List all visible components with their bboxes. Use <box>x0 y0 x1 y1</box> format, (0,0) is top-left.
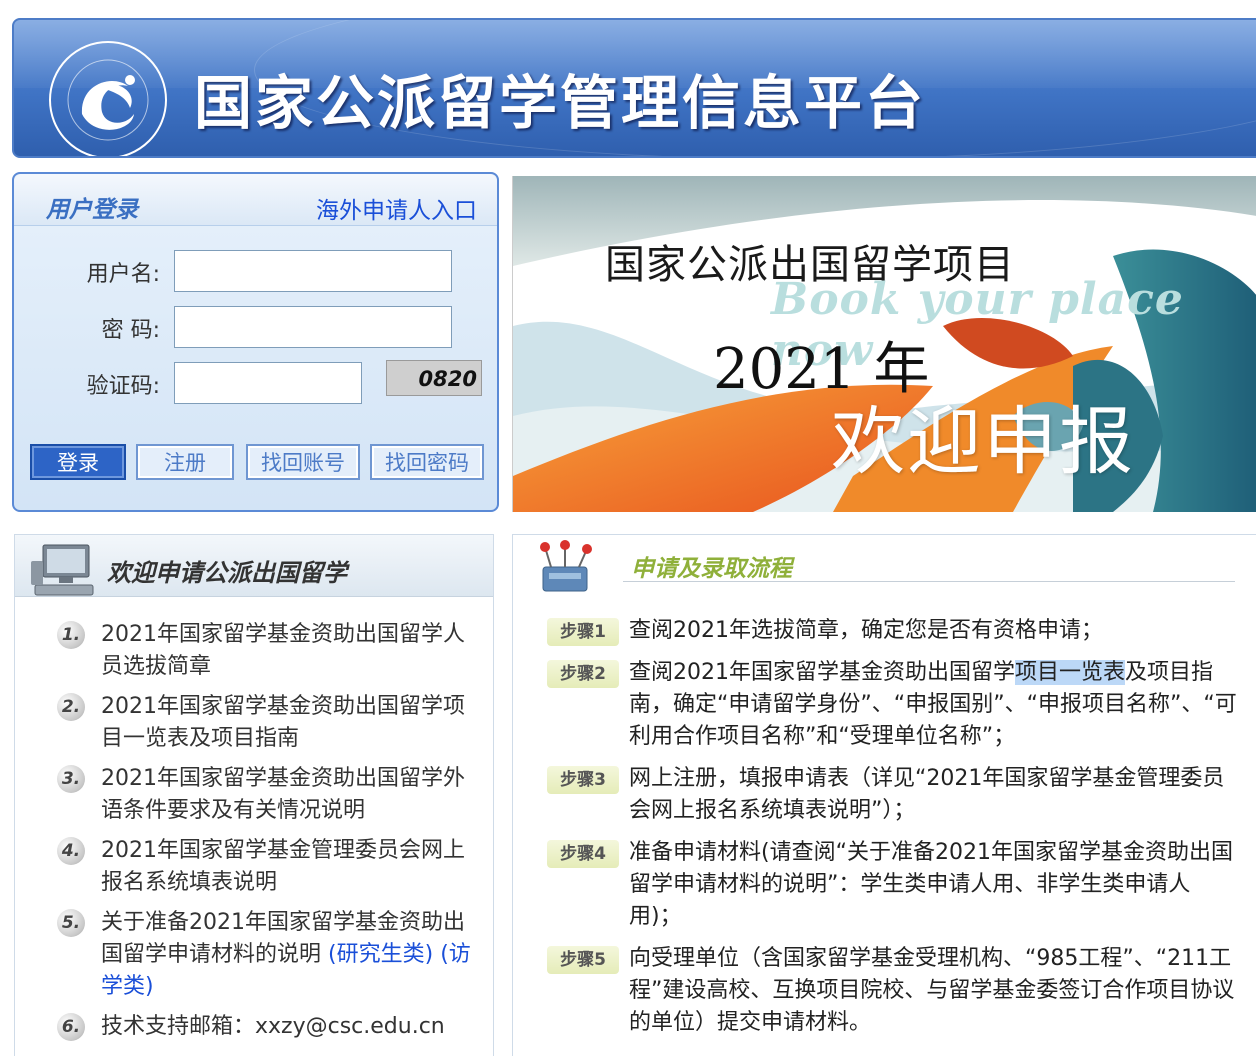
csc-logo-icon <box>49 41 167 156</box>
list-number: 6. <box>57 1013 85 1041</box>
graduate-category-link[interactable]: (研究生类) <box>328 942 433 967</box>
login-panel: 用户登录 海外申请人入口 用户名: 密 码: 验证码: 0820 登录 注册 找… <box>12 172 499 512</box>
login-button[interactable]: 登录 <box>30 444 126 480</box>
selected-text: 项目一览表 <box>1015 660 1126 685</box>
step-text: 网上注册，填报申请表（详见“2021年国家留学基金管理委员会网上报名系统填表说明… <box>629 766 1225 823</box>
captcha-image[interactable]: 0820 <box>386 360 482 396</box>
list-item-text[interactable]: 2021年国家留学基金资助出国留学人员选拔简章 <box>101 619 481 683</box>
find-password-button[interactable]: 找回密码 <box>370 444 484 480</box>
list-number: 3. <box>57 765 85 793</box>
list-number: 2. <box>57 693 85 721</box>
login-title: 用户登录 <box>46 197 138 223</box>
step-badge: 步骤4 <box>547 840 619 868</box>
welcome-panel-header: 欢迎申请公派出国留学 <box>15 535 493 597</box>
step-text: 准备申请材料(请查阅“关于准备2021年国家留学基金资助出国留学申请材料的说明”… <box>629 840 1233 929</box>
step-badge: 步骤2 <box>547 660 619 688</box>
step-badge: 步骤5 <box>547 946 619 974</box>
list-item-text: 关于准备2021年国家留学基金资助出国留学申请材料的说明 (研究生类) (访学类… <box>101 907 481 1003</box>
computer-icon <box>31 544 94 596</box>
step-text-part: 查阅2021年国家留学基金资助出国留学 <box>629 660 1015 685</box>
password-label: 密 码: <box>101 318 160 343</box>
find-account-button[interactable]: 找回账号 <box>246 444 360 480</box>
login-panel-header: 用户登录 海外申请人入口 <box>14 174 497 226</box>
list-number: 5. <box>57 909 85 937</box>
promo-banner[interactable]: 国家公派出国留学项目 Book your place now 2021 年 欢迎… <box>512 176 1256 512</box>
register-button[interactable]: 注册 <box>136 444 234 480</box>
captcha-label: 验证码: <box>86 374 160 399</box>
step-text: 查阅2021年选拔简章，确定您是否有资格申请； <box>629 618 1103 643</box>
overseas-applicant-link[interactable]: 海外申请人入口 <box>316 191 477 225</box>
process-title: 申请及录取流程 <box>631 556 792 582</box>
process-icon <box>540 540 592 592</box>
list-item-text[interactable]: 2021年国家留学基金资助出国留学外语条件要求及有关情况说明 <box>101 763 481 827</box>
process-panel: 申请及录取流程 步骤1 查阅2021年选拔简章，确定您是否有资格申请； 步骤2 … <box>512 534 1256 1056</box>
username-label: 用户名: <box>86 262 160 287</box>
list-item-text[interactable]: 2021年国家留学基金资助出国留学项目一览表及项目指南 <box>101 691 481 755</box>
site-header: 国家公派留学管理信息平台 <box>12 18 1256 158</box>
username-input[interactable] <box>174 250 452 292</box>
support-email: 技术支持邮箱：xxzy@csc.edu.cn <box>101 1014 445 1039</box>
list-number: 1. <box>57 621 85 649</box>
banner-welcome: 欢迎申报 <box>831 399 1135 485</box>
step-badge: 步骤3 <box>547 766 619 794</box>
list-number: 4. <box>57 837 85 865</box>
step-text: 查阅2021年国家留学基金资助出国留学项目一览表及项目指南，确定“申请留学身份”… <box>629 657 1239 753</box>
welcome-panel: 欢迎申请公派出国留学 1. 2021年国家留学基金资助出国留学人员选拔简章 2.… <box>14 534 494 1056</box>
captcha-input[interactable] <box>174 362 362 404</box>
password-input[interactable] <box>174 306 452 348</box>
site-title: 国家公派留学管理信息平台 <box>194 69 927 137</box>
welcome-title: 欢迎申请公派出国留学 <box>107 559 347 587</box>
step-badge: 步骤1 <box>547 618 619 646</box>
step-text: 向受理单位（含国家留学基金受理机构、“985工程”、“211工程”建设高校、互换… <box>629 946 1235 1035</box>
list-item-text[interactable]: 2021年国家留学基金管理委员会网上报名系统填表说明 <box>101 835 481 899</box>
process-divider <box>623 581 1235 582</box>
